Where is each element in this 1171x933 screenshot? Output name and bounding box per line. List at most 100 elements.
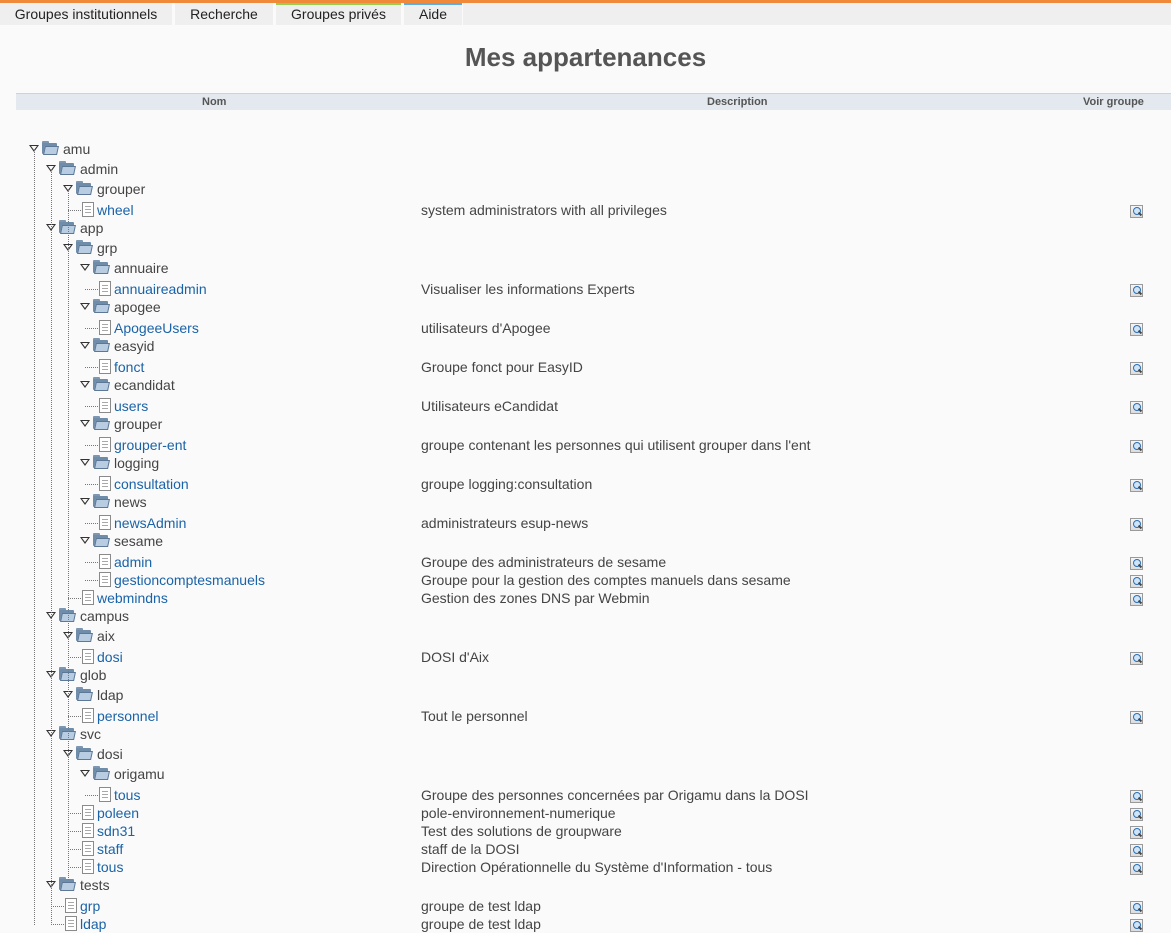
folder-icon <box>76 240 93 254</box>
view-group-magnifier-icon[interactable] <box>1130 862 1143 875</box>
folder-icon <box>93 766 110 780</box>
expand-toggle-icon[interactable] <box>80 342 90 349</box>
folder-name[interactable]: glob <box>80 666 106 684</box>
expand-toggle-icon[interactable] <box>80 303 90 310</box>
folder-name[interactable]: aix <box>97 627 115 645</box>
group-description: pole-environnement-numerique <box>421 805 616 821</box>
group-document-icon <box>99 281 111 296</box>
group-link[interactable]: staff <box>97 840 123 858</box>
expand-toggle-icon[interactable] <box>80 459 90 466</box>
expand-toggle-icon[interactable] <box>80 770 90 777</box>
group-description: Tout le personnel <box>421 708 528 724</box>
group-link[interactable]: users <box>114 397 148 415</box>
tree-folder-row: glob <box>0 666 1171 684</box>
group-link[interactable]: gestioncomptesmanuels <box>114 571 265 589</box>
group-document-icon <box>99 787 111 802</box>
group-document-icon <box>82 805 94 820</box>
group-link[interactable]: newsAdmin <box>114 514 186 532</box>
view-group-magnifier-icon[interactable] <box>1130 440 1143 453</box>
folder-name[interactable]: tests <box>80 876 110 894</box>
folder-name[interactable]: grouper <box>97 180 145 198</box>
folder-name[interactable]: ecandidat <box>114 376 175 394</box>
view-group-magnifier-icon[interactable] <box>1130 518 1143 531</box>
view-group-magnifier-icon[interactable] <box>1130 652 1143 665</box>
folder-name[interactable]: news <box>114 493 147 511</box>
group-document-icon <box>65 916 77 931</box>
folder-name[interactable]: campus <box>80 607 129 625</box>
folder-name[interactable]: admin <box>80 160 118 178</box>
folder-name[interactable]: logging <box>114 454 159 472</box>
view-group-magnifier-icon[interactable] <box>1130 593 1143 606</box>
folder-icon <box>93 455 110 469</box>
group-link[interactable]: poleen <box>97 804 139 822</box>
group-link[interactable]: dosi <box>97 648 123 666</box>
group-description: Direction Opérationnelle du Système d'In… <box>421 859 773 875</box>
view-group-magnifier-icon[interactable] <box>1130 919 1143 932</box>
view-group-magnifier-icon[interactable] <box>1130 557 1143 570</box>
expand-toggle-icon[interactable] <box>80 498 90 505</box>
folder-name[interactable]: apogee <box>114 298 161 316</box>
group-link[interactable]: sdn31 <box>97 822 135 840</box>
folder-name[interactable]: grp <box>97 239 117 257</box>
group-link[interactable]: tous <box>97 858 123 876</box>
expand-toggle-icon[interactable] <box>80 420 90 427</box>
tree-connector <box>85 484 98 485</box>
folder-icon <box>93 494 110 508</box>
folder-name[interactable]: amu <box>63 140 90 158</box>
tree-connector <box>85 289 98 290</box>
tree-folder-row: news <box>0 493 1171 511</box>
folder-name[interactable]: annuaire <box>114 259 169 277</box>
group-link[interactable]: wheel <box>97 201 134 219</box>
folder-name[interactable]: easyid <box>114 337 154 355</box>
view-group-magnifier-icon[interactable] <box>1130 401 1143 414</box>
group-description: Visualiser les informations Experts <box>421 281 635 297</box>
tree-connector <box>85 580 98 581</box>
tree-folder-row: admin <box>0 160 1171 178</box>
group-link[interactable]: tous <box>114 786 140 804</box>
group-link[interactable]: consultation <box>114 475 189 493</box>
group-link[interactable]: annuaireadmin <box>114 280 207 298</box>
group-link[interactable]: ApogeeUsers <box>114 319 199 337</box>
expand-toggle-icon[interactable] <box>80 381 90 388</box>
view-group-magnifier-icon[interactable] <box>1130 844 1143 857</box>
tree-folder-row: logging <box>0 454 1171 472</box>
folder-name[interactable]: grouper <box>114 415 162 433</box>
view-group-magnifier-icon[interactable] <box>1130 575 1143 588</box>
group-link[interactable]: fonct <box>114 358 144 376</box>
group-link[interactable]: admin <box>114 553 152 571</box>
folder-name[interactable]: sesame <box>114 532 163 550</box>
tree-group-row: annuaireadmin Visualiser les informations… <box>0 280 1171 298</box>
group-description: groupe logging:consultation <box>421 476 593 492</box>
tree-folder-row: tests <box>0 876 1171 894</box>
view-group-magnifier-icon[interactable] <box>1130 808 1143 821</box>
view-group-magnifier-icon[interactable] <box>1130 711 1143 724</box>
view-group-magnifier-icon[interactable] <box>1130 323 1143 336</box>
folder-name[interactable]: svc <box>80 725 101 743</box>
view-group-magnifier-icon[interactable] <box>1130 901 1143 914</box>
folder-name[interactable]: ldap <box>97 686 123 704</box>
folder-name[interactable]: dosi <box>97 745 123 763</box>
group-link[interactable]: personnel <box>97 707 159 725</box>
group-description: Groupe des personnes concernées par Orig… <box>421 787 809 803</box>
view-group-magnifier-icon[interactable] <box>1130 479 1143 492</box>
group-link[interactable]: ldap <box>80 915 106 933</box>
tree-connector <box>85 328 98 329</box>
view-group-magnifier-icon[interactable] <box>1130 205 1143 218</box>
folder-icon <box>93 416 110 430</box>
group-description: groupe contenant les personnes qui utili… <box>421 437 811 453</box>
group-link[interactable]: grouper-ent <box>114 436 186 454</box>
group-document-icon <box>82 823 94 838</box>
view-group-magnifier-icon[interactable] <box>1130 284 1143 297</box>
folder-icon <box>76 628 93 642</box>
tree-folder-row: svc <box>0 725 1171 743</box>
group-link[interactable]: grp <box>80 897 100 915</box>
folder-name[interactable]: origamu <box>114 765 165 783</box>
folder-name[interactable]: app <box>80 219 103 237</box>
view-group-magnifier-icon[interactable] <box>1130 362 1143 375</box>
group-link[interactable]: webmindns <box>97 589 168 607</box>
expand-toggle-icon[interactable] <box>80 264 90 271</box>
view-group-magnifier-icon[interactable] <box>1130 790 1143 803</box>
tree-group-row: dosi DOSI d'Aix <box>0 648 1171 666</box>
view-group-magnifier-icon[interactable] <box>1130 826 1143 839</box>
expand-toggle-icon[interactable] <box>80 537 90 544</box>
